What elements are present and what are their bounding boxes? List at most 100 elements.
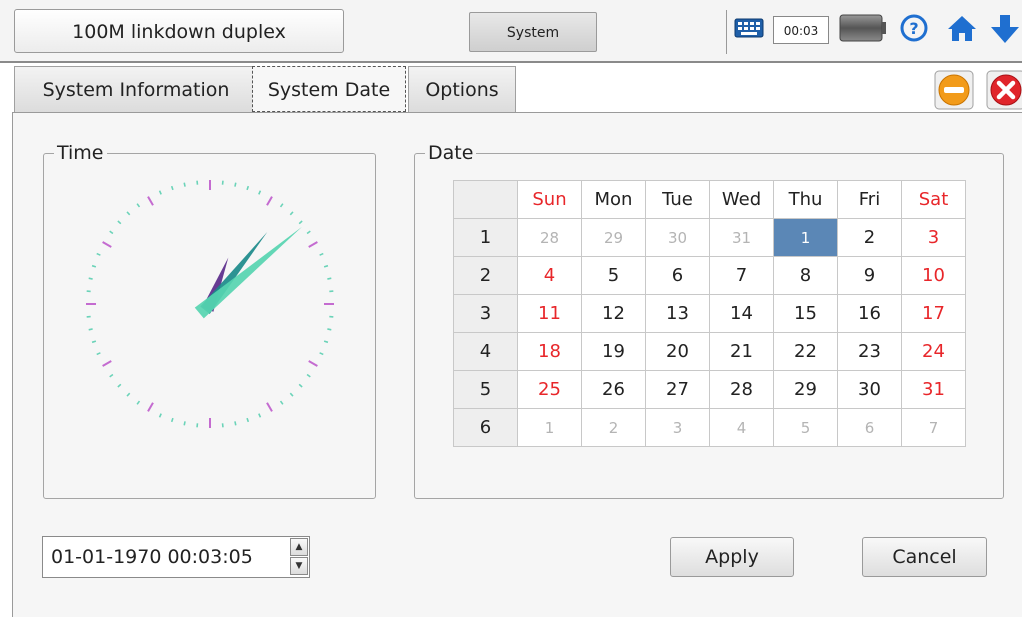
datetime-field[interactable]: 01-01-1970 00:03:05	[42, 536, 310, 578]
calendar-day[interactable]: 31	[709, 218, 774, 257]
clock-minute-tick	[158, 413, 162, 418]
calendar-day[interactable]: 11	[517, 294, 582, 333]
calendar-day[interactable]: 21	[709, 332, 774, 371]
clock-hour-tick	[147, 402, 154, 412]
apply-button[interactable]: Apply	[670, 537, 794, 577]
clock-minute-tick	[170, 417, 174, 423]
clock-minute-tick	[126, 392, 131, 397]
weekday-header: Wed	[709, 180, 774, 219]
system-button[interactable]: System	[469, 12, 597, 52]
calendar-day[interactable]: 16	[837, 294, 902, 333]
calendar-day[interactable]: 30	[645, 218, 710, 257]
calendar-week-row: 3 11 12 13 14 15 16 17	[453, 294, 966, 333]
spin-down-button[interactable]: ▼	[290, 557, 308, 575]
calendar-day[interactable]: 24	[901, 332, 966, 371]
calendar-day[interactable]: 26	[581, 370, 646, 409]
calendar-day[interactable]: 18	[517, 332, 582, 371]
calendar-day[interactable]: 3	[901, 218, 966, 257]
keyboard-icon[interactable]	[733, 13, 765, 43]
tab-options[interactable]: Options	[408, 66, 516, 112]
calendar-day[interactable]: 17	[901, 294, 966, 333]
calendar-day[interactable]: 7	[709, 256, 774, 295]
calendar-day[interactable]: 3	[645, 408, 710, 447]
clock-minute-tick	[96, 352, 101, 356]
week-number-header	[453, 180, 518, 219]
clock-minute-tick	[319, 252, 324, 256]
clock-minute-tick	[183, 182, 186, 187]
calendar-day[interactable]: 29	[773, 370, 838, 409]
calendar-week-row: 61234567	[453, 408, 966, 447]
clock-minute-tick	[234, 421, 237, 426]
weekday-header: Sun	[517, 180, 582, 219]
calendar-day[interactable]: 1	[517, 408, 582, 447]
date-group: Date Sun Mon Tue Wed Thu Fri Sat 1 28 29 30 31 1 2 3 2…	[414, 141, 1004, 499]
cancel-button[interactable]: Cancel	[862, 537, 987, 577]
tab-system-information[interactable]: System Information	[14, 66, 258, 112]
calendar-day[interactable]: 23	[837, 332, 902, 371]
weekday-header: Tue	[645, 180, 710, 219]
calendar-day-selected[interactable]: 1	[773, 218, 838, 257]
calendar-day[interactable]: 4	[517, 256, 582, 295]
calendar-day[interactable]: 22	[773, 332, 838, 371]
calendar-day[interactable]: 29	[581, 218, 646, 257]
calendar-day[interactable]: 15	[773, 294, 838, 333]
top-bar: 100M linkdown duplex System 00:03 ?	[0, 0, 1022, 62]
calendar-day[interactable]: 28	[709, 370, 774, 409]
tab-bar: System Information System Date Options	[12, 66, 1022, 114]
clock-minute-tick	[298, 220, 303, 225]
calendar-day[interactable]: 2	[581, 408, 646, 447]
clock-minute-tick	[246, 185, 250, 191]
calendar-day[interactable]: 27	[645, 370, 710, 409]
clock-minute-tick	[88, 277, 93, 280]
calendar-day[interactable]: 4	[709, 408, 774, 447]
calendar-day[interactable]: 6	[645, 256, 710, 295]
calendar-day[interactable]: 5	[773, 408, 838, 447]
calendar-week-row: 1 28 29 30 31 1 2 3	[453, 218, 966, 257]
clock-minute-tick	[158, 190, 162, 195]
calendar-day[interactable]: 8	[773, 256, 838, 295]
weekday-header: Fri	[837, 180, 902, 219]
clock-minute-tick	[319, 352, 324, 356]
calendar-day[interactable]: 6	[837, 408, 902, 447]
clock-minute-tick	[306, 230, 311, 235]
clock-minute-tick	[279, 203, 284, 208]
minimize-icon[interactable]	[934, 70, 974, 110]
calendar-day[interactable]: 14	[709, 294, 774, 333]
clock-minute-tick	[289, 392, 294, 397]
time-group: Time	[43, 141, 376, 499]
clock-display: 00:03	[773, 16, 829, 44]
calendar-day[interactable]: 31	[901, 370, 966, 409]
weekday-header: Sat	[901, 180, 966, 219]
calendar-grid: Sun Mon Tue Wed Thu Fri Sat 1 28 29 30 31 1 2 3 2 4 5 6 7 8…	[453, 180, 966, 447]
calendar-day[interactable]: 2	[837, 218, 902, 257]
clock-minute-tick	[117, 383, 122, 388]
weekday-header: Thu	[773, 180, 838, 219]
calendar-day[interactable]: 12	[581, 294, 646, 333]
clock-minute-tick	[306, 373, 311, 378]
spin-up-button[interactable]: ▲	[290, 538, 308, 556]
help-icon[interactable]: ?	[899, 13, 929, 43]
tab-system-date[interactable]: System Date	[252, 66, 406, 112]
calendar-day[interactable]: 28	[517, 218, 582, 257]
calendar-week-row: 5 25 26 27 28 29 30 31	[453, 370, 966, 409]
calendar-day[interactable]: 13	[645, 294, 710, 333]
calendar-day[interactable]: 25	[517, 370, 582, 409]
calendar-day[interactable]: 10	[901, 256, 966, 295]
clock-hour-tick	[266, 196, 273, 206]
calendar-day[interactable]: 20	[645, 332, 710, 371]
clock-minute-tick	[91, 264, 97, 268]
close-icon[interactable]	[986, 70, 1022, 110]
week-number: 1	[453, 218, 518, 257]
calendar-day[interactable]: 30	[837, 370, 902, 409]
clock-minute-tick	[279, 400, 284, 405]
clock-minute-tick	[246, 417, 250, 423]
clock-hour-tick	[102, 360, 112, 367]
calendar-day[interactable]: 19	[581, 332, 646, 371]
clock-minute-tick	[289, 211, 294, 216]
arrow-down-icon[interactable]	[988, 13, 1022, 45]
clock-minute-tick	[109, 230, 114, 235]
calendar-day[interactable]: 9	[837, 256, 902, 295]
home-icon[interactable]	[946, 13, 978, 43]
calendar-day[interactable]: 5	[581, 256, 646, 295]
calendar-day[interactable]: 7	[901, 408, 966, 447]
